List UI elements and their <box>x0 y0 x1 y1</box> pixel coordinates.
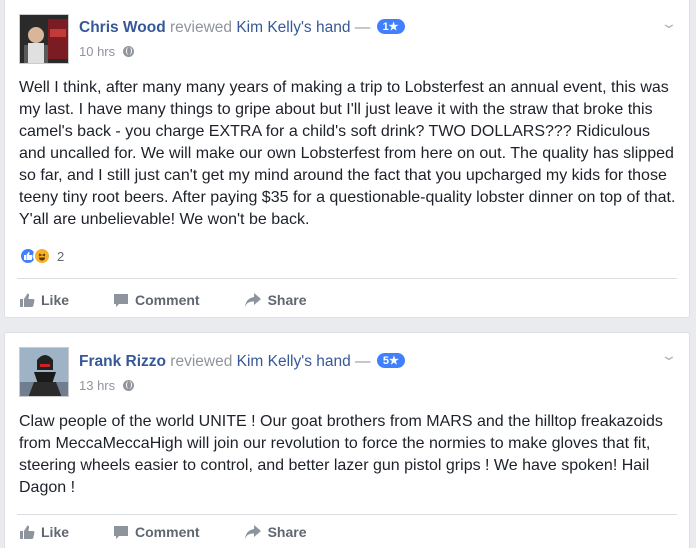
author-name[interactable]: Frank Rizzo <box>79 353 166 370</box>
review-card: Frank Rizzo reviewed Kim Kelly's hand — … <box>4 332 690 548</box>
divider <box>17 514 677 515</box>
chevron-down-icon[interactable]: ⌄ <box>660 347 678 364</box>
post-meta: 10 hrs <box>79 44 135 59</box>
share-button[interactable]: Share <box>244 524 307 540</box>
dash-separator: — <box>355 353 371 370</box>
comment-button[interactable]: Comment <box>113 292 200 308</box>
like-button[interactable]: Like <box>19 524 69 540</box>
page-link[interactable]: Kim Kelly's hand <box>237 353 351 370</box>
share-label: Share <box>267 292 307 308</box>
like-button[interactable]: Like <box>19 292 69 308</box>
timestamp[interactable]: 10 hrs <box>79 44 115 59</box>
timestamp[interactable]: 13 hrs <box>79 378 115 393</box>
review-text: Claw people of the world UNITE ! Our goa… <box>19 413 663 496</box>
dash-separator: — <box>354 19 371 36</box>
review-text: Well I think, after many many years of m… <box>19 79 676 228</box>
like-label: Like <box>41 292 70 308</box>
globe-icon <box>123 46 135 57</box>
action-bar: Like Comment Share <box>19 524 351 540</box>
reactions-summary[interactable]: 2 <box>19 247 64 265</box>
haha-reaction-icon <box>33 247 51 265</box>
review-header: Frank Rizzo reviewed Kim Kelly's hand — … <box>79 353 405 371</box>
reaction-count: 2 <box>57 248 65 264</box>
comment-button[interactable]: Comment <box>113 524 200 540</box>
share-label: Share <box>267 524 307 540</box>
comment-label: Comment <box>135 524 200 540</box>
comment-icon <box>113 292 129 308</box>
rating-badge: 1★ <box>376 19 405 34</box>
globe-icon <box>123 380 135 391</box>
share-icon <box>244 292 262 308</box>
avatar[interactable] <box>19 347 69 397</box>
review-verb: reviewed <box>170 353 233 370</box>
page-link[interactable]: Kim Kelly's hand <box>236 19 350 36</box>
like-label: Like <box>41 524 70 540</box>
avatar[interactable] <box>19 14 69 64</box>
rating-badge: 5★ <box>376 353 405 368</box>
review-card: Chris Wood reviewed Kim Kelly's hand — 1… <box>4 0 690 318</box>
like-icon <box>19 292 35 308</box>
comment-label: Comment <box>135 292 200 308</box>
share-button[interactable]: Share <box>244 292 307 308</box>
chevron-down-icon[interactable]: ⌄ <box>660 15 678 32</box>
comment-icon <box>113 524 129 540</box>
review-verb: reviewed <box>170 19 233 36</box>
divider <box>17 278 677 279</box>
like-icon <box>19 524 35 540</box>
action-bar: Like Comment Share <box>19 292 351 308</box>
post-meta: 13 hrs <box>79 378 135 393</box>
share-icon <box>244 524 262 540</box>
review-header: Chris Wood reviewed Kim Kelly's hand — 1… <box>79 19 405 37</box>
author-name[interactable]: Chris Wood <box>79 19 166 36</box>
